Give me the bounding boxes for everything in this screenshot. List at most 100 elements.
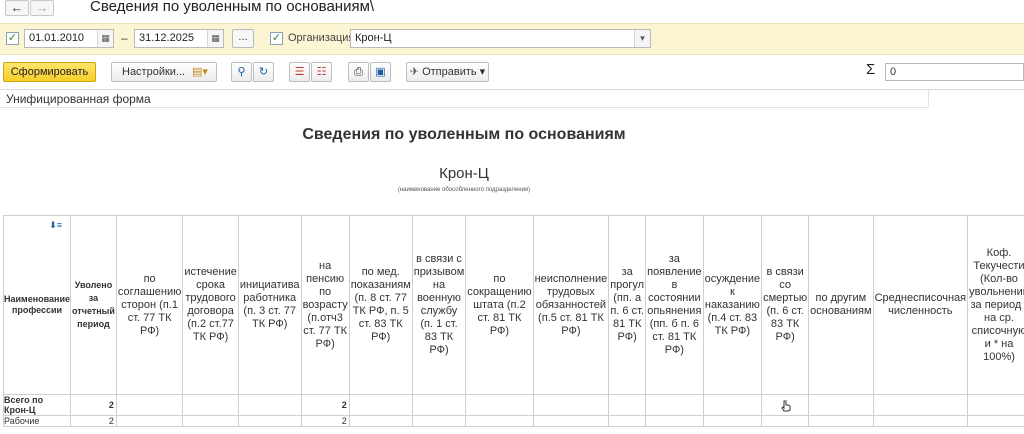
table-cell [115, 415, 184, 427]
table-cell [237, 415, 302, 427]
column-header[interactable]: ⬇≡ Наименование профессии [2, 215, 72, 395]
report-subdivision: Крон-Ц [439, 165, 489, 182]
divider [0, 107, 928, 108]
sum-icon: Σ [866, 61, 876, 78]
search-reset-button[interactable]: ↻ [253, 62, 274, 82]
table-cell [411, 415, 467, 427]
column-header: неисполнение трудовых обязанностей (п.5 … [532, 215, 610, 395]
column-header: по мед. показаниям (п. 8 ст. 77 ТК РФ, п… [348, 215, 413, 395]
pension-cell: 2 [300, 394, 350, 416]
table-cell [608, 394, 647, 416]
column-header: по другим основаниям [808, 215, 874, 395]
table-row[interactable]: Рабочие 2 2 [2, 415, 1024, 427]
list-expand-icon: ☰ [294, 66, 305, 78]
table-cell [465, 394, 534, 416]
period-checkbox[interactable]: ✓ [6, 32, 19, 45]
table-cell [702, 415, 763, 427]
search-icon: ⚲ [237, 66, 246, 78]
column-header: Коф. Текучести (Кол-во увольнений за пер… [967, 215, 1024, 395]
table-cell [808, 394, 874, 416]
variant-icon: ▤▾ [192, 66, 208, 78]
column-header: на пенсию по возрасту (п.отч3 ст. 77 ТК … [300, 215, 350, 395]
column-header: в связи с призывом на военную службу (п.… [411, 215, 467, 395]
chevron-down-icon[interactable]: ▾ [634, 30, 650, 47]
organization-checkbox[interactable]: ✓ [270, 32, 283, 45]
pension-cell: 2 [300, 415, 350, 427]
table-cell [237, 394, 302, 416]
report-table: ⬇≡ Наименование профессии Уволено за отч… [2, 215, 1024, 427]
row-name: Всего по Крон-Ц [2, 394, 72, 416]
table-row[interactable]: Всего по Крон-Ц 2 2 [2, 394, 1024, 416]
report-title: Сведения по уволенным по основаниям [302, 126, 626, 143]
calendar-icon[interactable]: ▦ [97, 30, 113, 47]
table-cell [182, 394, 239, 416]
calendar-icon[interactable]: ▦ [207, 30, 223, 47]
table-cell [872, 394, 969, 416]
search-button[interactable]: ⚲ [231, 62, 252, 82]
send-icon: ✈ [409, 66, 419, 78]
column-header: за прогул (пп. а п. 6 ст. 81 ТК РФ) [608, 215, 647, 395]
date-from-value: 01.01.2010 [29, 32, 85, 44]
search-reset-icon: ↻ [258, 66, 269, 78]
dismissed-cell: 2 [70, 415, 117, 427]
table-cell [645, 394, 704, 416]
column-header: по сокращению штата (п.2 ст. 81 ТК РФ) [465, 215, 534, 395]
dismissed-cell: 2 [70, 394, 117, 416]
table-cell [115, 394, 184, 416]
divider [928, 90, 929, 107]
column-header: за появление в состоянии опьянения (пп. … [645, 215, 704, 395]
organization-field[interactable]: Крон-Ц ▾ [350, 29, 651, 48]
table-cell [645, 415, 704, 427]
table-cell [702, 394, 763, 416]
settings-label: Настройки... [122, 66, 186, 78]
report-subdivision-note: (наименование обособленного подразделени… [397, 187, 531, 193]
table-cell [182, 415, 239, 427]
organization-label: Организация: [288, 32, 358, 44]
print-preview-icon: ▣ [375, 66, 386, 78]
form-label: Унифицированная форма [6, 92, 151, 106]
table-cell [532, 394, 610, 416]
expand-groups-button[interactable]: ☰ [289, 62, 310, 82]
table-cell [967, 394, 1024, 416]
table-cell [808, 415, 874, 427]
sort-icon[interactable]: ⬇≡ [49, 220, 62, 231]
generate-button[interactable]: Сформировать [3, 62, 96, 82]
settings-button[interactable]: Настройки... ▤▾ [111, 62, 217, 82]
send-label: Отправить [422, 66, 477, 78]
arrow-right-icon: → [35, 0, 49, 15]
column-header-label: Наименование профессии [4, 294, 71, 315]
send-button[interactable]: ✈ Отправить ▾ [406, 62, 489, 82]
back-button[interactable]: ← [5, 0, 29, 16]
table-cell [348, 394, 413, 416]
arrow-left-icon: ← [10, 0, 24, 15]
column-header: истечение срока трудового договора (п.2 … [182, 215, 239, 395]
column-header: в связи со смертью (п. 6 ст. 83 ТК РФ) [761, 215, 810, 395]
preview-button[interactable]: ▣ [370, 62, 391, 82]
column-header: по соглашению сторон (п.1 ст. 77 ТК РФ) [115, 215, 184, 395]
filter-bar: ✓ 01.01.2010 ▦ – 31.12.2025 ▦ ... ✓ Орга… [0, 23, 1024, 55]
printer-icon: ⎙ [354, 66, 363, 78]
hand-cursor-icon [781, 400, 791, 412]
report-area[interactable]: Унифицированная форма Сведения по уволен… [0, 89, 1024, 434]
organization-value: Крон-Ц [355, 32, 392, 44]
period-select-button[interactable]: ... [232, 29, 254, 48]
column-header: Среднесписочная численность [872, 215, 969, 395]
collapse-groups-button[interactable]: ☷ [311, 62, 332, 82]
table-cell [411, 394, 467, 416]
table-cell [348, 415, 413, 427]
list-collapse-icon: ☷ [316, 66, 327, 78]
table-cell [967, 415, 1024, 427]
table-cell [761, 415, 810, 427]
date-to-field[interactable]: 31.12.2025 ▦ [134, 29, 224, 48]
table-cell [608, 415, 647, 427]
chevron-down-icon: ▾ [479, 66, 486, 78]
table-cell [532, 415, 610, 427]
column-header: Уволено за отчетный период [70, 215, 117, 395]
print-button[interactable]: ⎙ [348, 62, 369, 82]
column-header: осуждение к наказанию (п.4 ст. 83 ТК РФ) [702, 215, 763, 395]
date-from-field[interactable]: 01.01.2010 ▦ [24, 29, 114, 48]
table-cell [465, 415, 534, 427]
forward-button[interactable]: → [30, 0, 54, 16]
sum-field[interactable]: 0 [885, 63, 1024, 81]
column-header: инициатива работника (п. 3 ст. 77 ТК РФ) [237, 215, 302, 395]
